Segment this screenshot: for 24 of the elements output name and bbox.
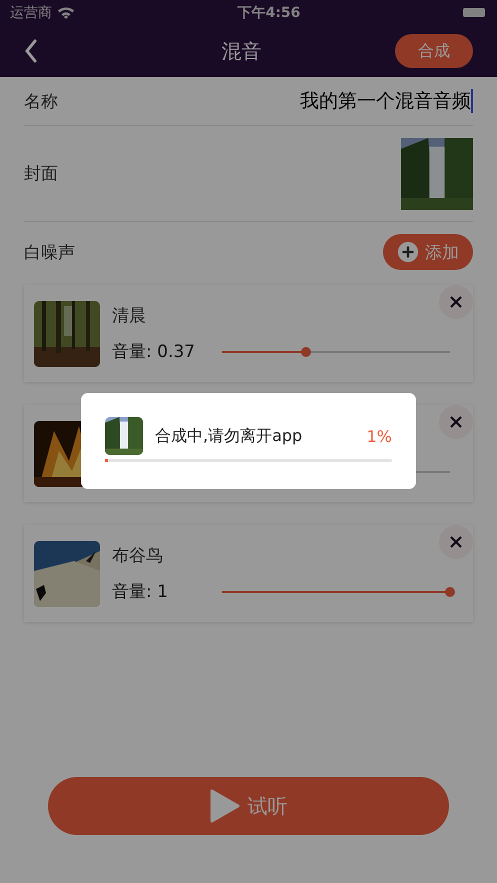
carrier-name: 运营商 [10, 4, 52, 22]
back-icon[interactable] [24, 39, 38, 63]
page-title: 混音 [222, 38, 262, 64]
plus-icon [397, 241, 419, 263]
sound-name: 清晨 [112, 305, 147, 326]
add-button[interactable]: 添加 [383, 234, 473, 270]
preview-button[interactable]: 试听 [48, 777, 449, 835]
progress-percent: 1% [366, 426, 392, 446]
close-icon[interactable] [439, 405, 473, 439]
cover-label: 封面 [24, 163, 58, 185]
name-label: 名称 [24, 90, 58, 112]
wifi-icon [57, 6, 75, 19]
progress-message: 合成中,请勿离开app [155, 426, 304, 446]
close-icon[interactable] [439, 285, 473, 319]
play-icon [210, 789, 240, 823]
status-time: 下午4:56 [238, 4, 300, 22]
volume-label: 音量: 0.37 [112, 341, 196, 363]
battery-icon [462, 8, 485, 17]
name-field[interactable]: 我的第一个混音音频 [300, 88, 473, 114]
noise-label: 白噪声 [24, 242, 75, 264]
sound-name: 布谷鸟 [112, 545, 164, 566]
volume-label: 音量: 1 [112, 581, 169, 603]
merge-button[interactable]: 合成 [395, 34, 473, 68]
close-icon[interactable] [439, 525, 473, 559]
